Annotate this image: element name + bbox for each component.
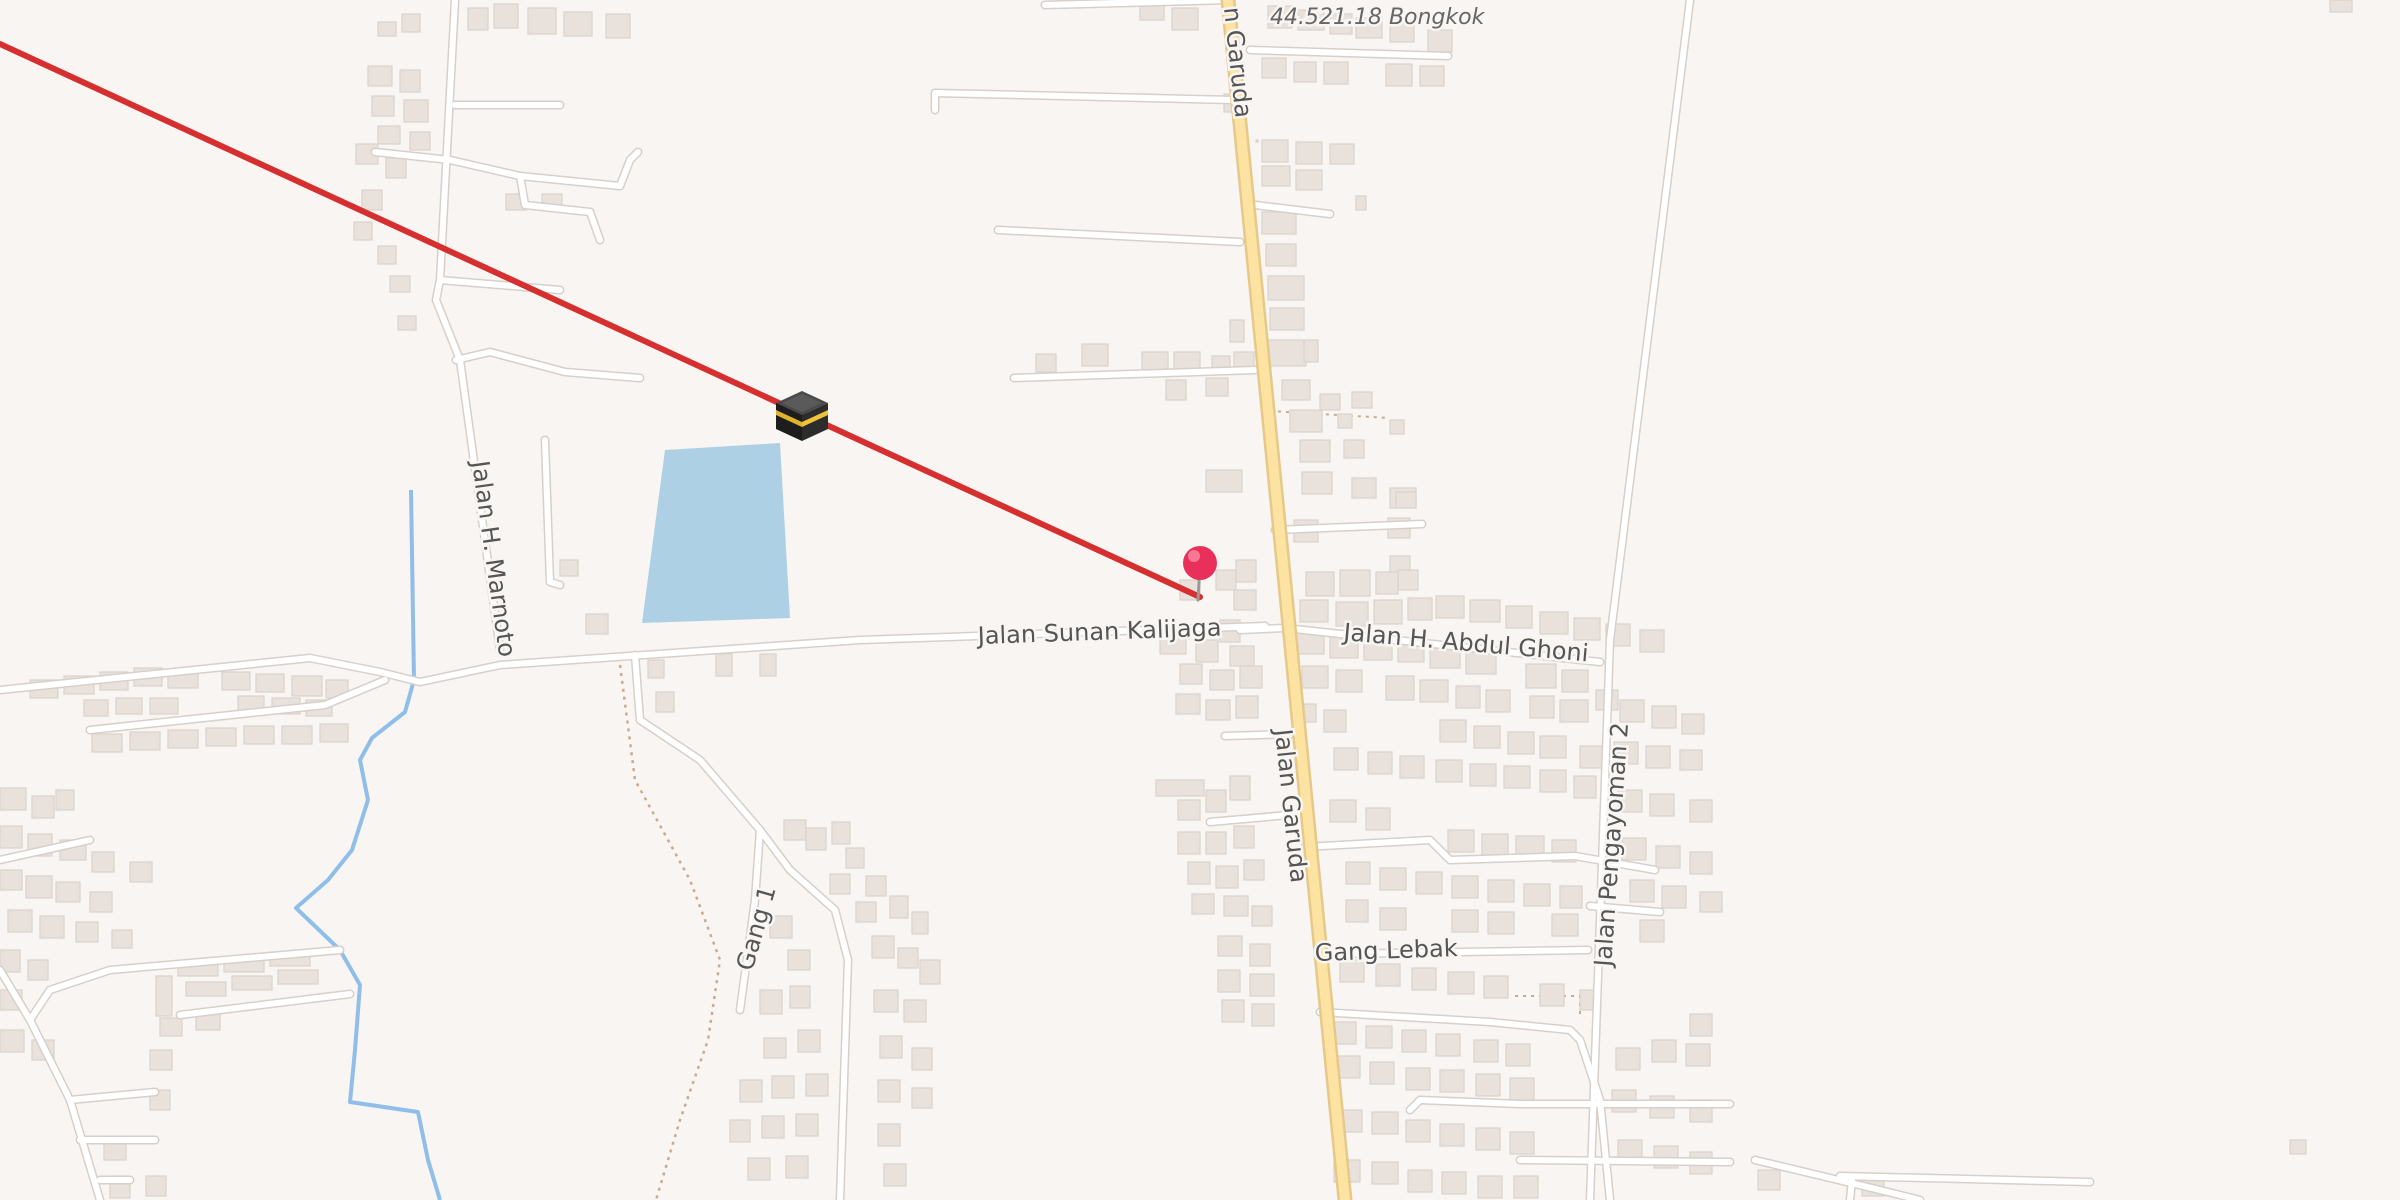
qibla-direction-line (0, 41, 1203, 600)
kaaba-icon[interactable] (776, 391, 828, 441)
address-label: 44.521.18 Bongkok (1270, 5, 1486, 30)
pond (642, 443, 790, 623)
map-canvas[interactable]: 44.521.18 Bongkok n Garuda Jalan Garuda … (0, 0, 2400, 1200)
road-label-gang-lebak: Gang Lebak (1314, 934, 1458, 967)
buildings (0, 0, 2353, 1199)
roads (0, 0, 2093, 1200)
road-label-marnoto: Jalan H. Marnoto (466, 457, 522, 659)
map-view[interactable]: 44.521.18 Bongkok n Garuda Jalan Garuda … (0, 0, 2400, 1200)
footpath (1269, 410, 1389, 419)
stream (294, 489, 442, 1200)
road-casings (0, 0, 2095, 1200)
